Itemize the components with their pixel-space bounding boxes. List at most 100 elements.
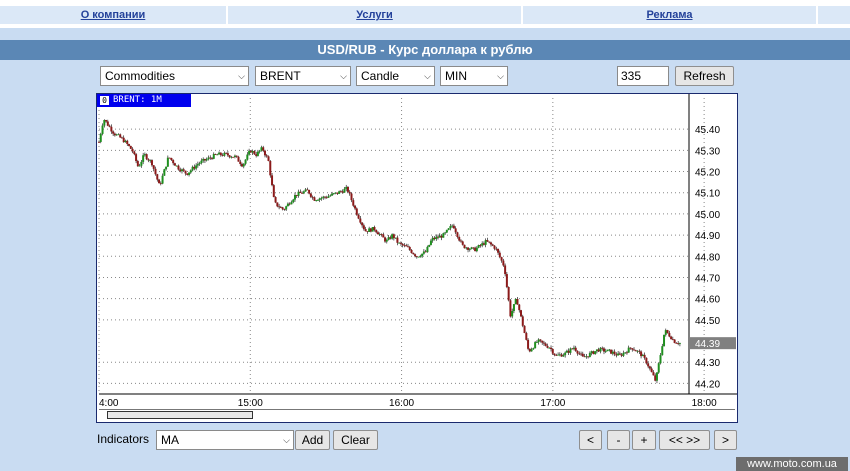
candle-body [611, 351, 614, 354]
candle-body [203, 158, 206, 161]
price-chart[interactable]: 45.40 45.30 45.20 45.10 45.00 44.90 44.80 44.70… [97, 94, 737, 408]
candle-body [318, 198, 321, 201]
candle-body [179, 169, 182, 172]
fit-all-button[interactable]: << >> [659, 430, 710, 450]
candle-body [585, 356, 588, 358]
candle-body [308, 189, 311, 194]
candle-body [241, 164, 244, 167]
candle-body [544, 343, 547, 346]
candle-body [477, 245, 480, 248]
candle-body [449, 226, 452, 229]
candle-body [186, 173, 189, 175]
scroll-right-button[interactable]: > [714, 430, 737, 450]
candle-body [189, 170, 192, 173]
candle-body [474, 247, 477, 252]
zoom-in-button[interactable]: + [632, 430, 656, 450]
candle-body [417, 256, 420, 258]
candle-body [551, 349, 554, 354]
top-nav-bar: О компании Услуги Реклама [0, 6, 850, 24]
candle-body [242, 163, 245, 167]
candle-body [256, 151, 259, 156]
add-indicator-button[interactable]: Add [295, 430, 330, 450]
candle-body [429, 240, 432, 245]
candle-body [468, 249, 471, 250]
candle-body [495, 248, 498, 250]
candle-body [143, 154, 146, 156]
nav-filler [818, 6, 850, 24]
candle-body [562, 355, 565, 357]
nav-link-services[interactable]: Услуги [228, 6, 523, 24]
candle-body [599, 347, 602, 352]
bar-count-input[interactable]: 335 [617, 66, 669, 86]
candle-body [154, 168, 157, 175]
candle-body [202, 158, 205, 161]
candle-body [558, 354, 561, 356]
candle-body [514, 298, 517, 305]
candle-body [657, 363, 660, 373]
candle-body [316, 200, 319, 201]
candle-body [452, 225, 455, 229]
candle-body [182, 169, 185, 171]
candle-body [297, 191, 300, 196]
candle-body [205, 159, 208, 161]
chart-scrollbar[interactable] [99, 409, 735, 420]
scrollbar-thumb[interactable] [107, 411, 253, 419]
candle-body [380, 234, 383, 235]
chart-type-select[interactable]: Candle ⌵ [356, 66, 435, 86]
y-tick-label: 44.60 [695, 295, 720, 306]
candle-body [156, 174, 159, 180]
candle-body [120, 137, 123, 139]
scroll-left-button[interactable]: < [579, 430, 602, 450]
candle-body [117, 134, 120, 136]
tag-box-icon: 0 [100, 96, 109, 105]
candle-body [371, 227, 374, 232]
candle-body [385, 239, 388, 242]
candle-body [232, 156, 235, 158]
candle-body [678, 343, 681, 344]
symbol-select[interactable]: BRENT ⌵ [255, 66, 351, 86]
candle-body [668, 332, 671, 337]
zoom-out-button[interactable]: - [607, 430, 630, 450]
candle-body [249, 150, 252, 153]
candle-body [177, 165, 180, 170]
candle-body [255, 154, 258, 156]
candle-body [267, 156, 270, 162]
candle-body [228, 155, 231, 158]
interval-select[interactable]: MIN ⌵ [440, 66, 508, 86]
candle-body [587, 356, 590, 358]
indicator-select[interactable]: MA ⌵ [156, 430, 294, 450]
candle-body [110, 126, 113, 132]
market-select[interactable]: Commodities ⌵ [100, 66, 249, 86]
candle-body [166, 157, 169, 167]
refresh-button[interactable]: Refresh [675, 66, 734, 86]
candle-body [546, 345, 549, 348]
candle-body [366, 231, 369, 233]
candle-body [122, 137, 125, 143]
candle-body [251, 151, 254, 153]
candle-body [331, 193, 334, 196]
candle-body [136, 161, 139, 167]
candle-body [345, 186, 348, 189]
x-tick-label: 18:00 [692, 398, 717, 408]
candle-body [103, 120, 106, 126]
candle-body [362, 225, 365, 230]
clear-indicators-button[interactable]: Clear [333, 430, 378, 450]
candle-body [470, 247, 473, 250]
candle-body [629, 347, 632, 349]
candle-body [624, 352, 627, 354]
y-tick-label: 44.90 [695, 231, 720, 242]
candle-body [322, 196, 325, 198]
candle-body [258, 150, 261, 152]
nav-link-ads[interactable]: Реклама [523, 6, 818, 24]
candle-body [354, 205, 357, 209]
candle-body [647, 363, 650, 367]
candle-body [329, 195, 332, 197]
candle-body [149, 160, 152, 161]
candle-body [484, 240, 487, 245]
candle-body [376, 232, 379, 235]
candle-body [444, 232, 447, 234]
nav-link-about[interactable]: О компании [0, 6, 228, 24]
candle-body [560, 354, 563, 357]
candle-body [173, 163, 176, 166]
chevron-down-icon: ⌵ [283, 435, 290, 445]
